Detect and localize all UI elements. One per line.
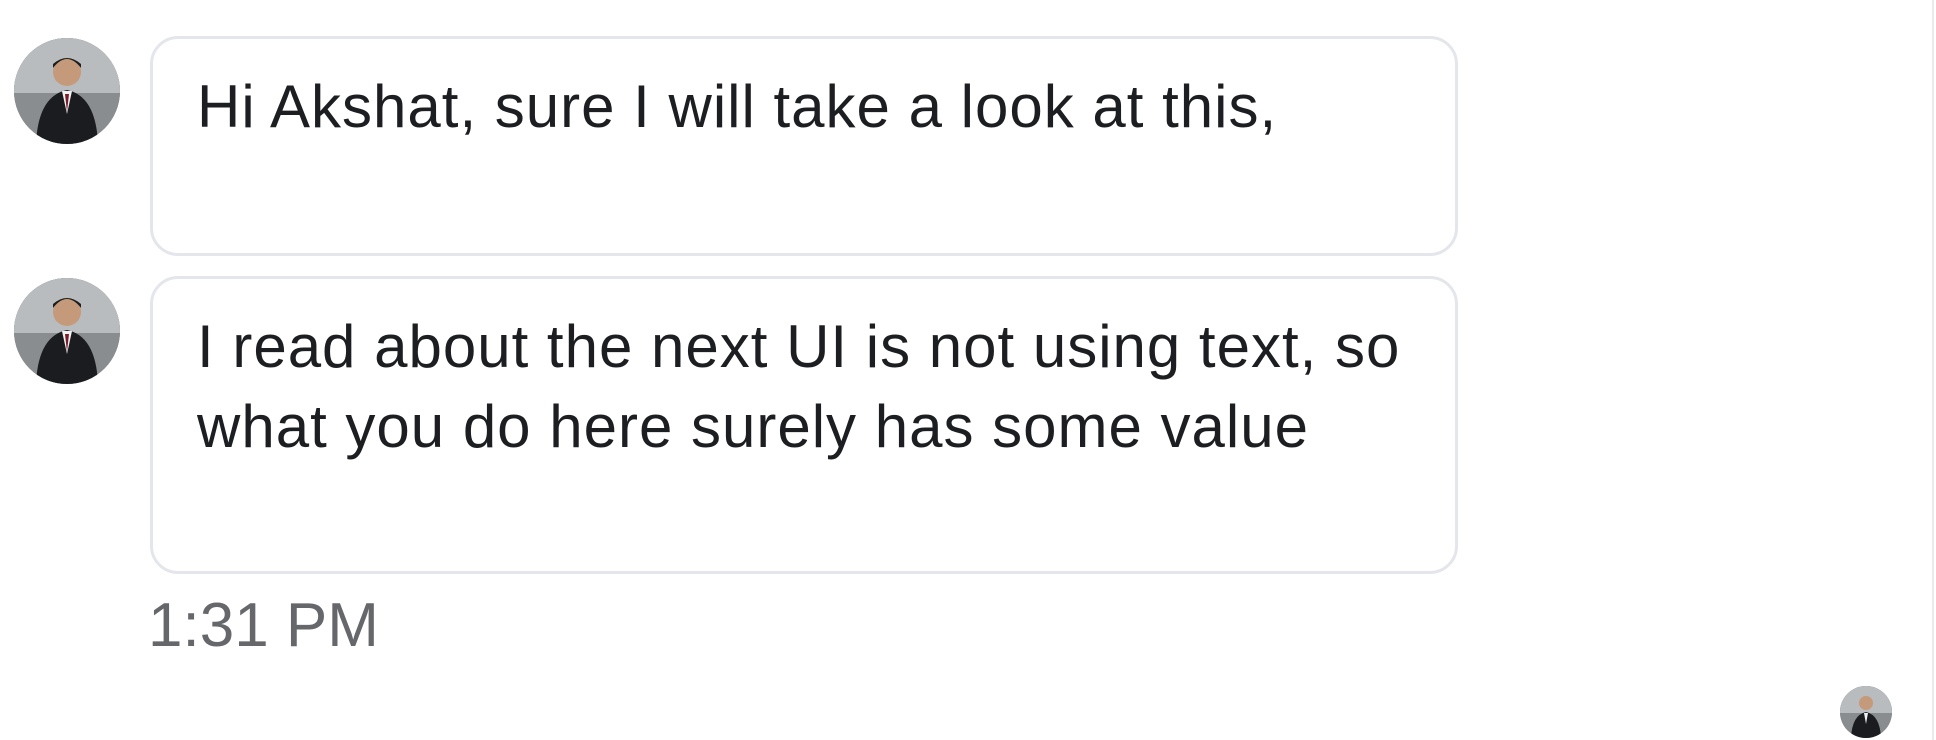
read-receipt-icon <box>1840 686 1892 738</box>
message-timestamp: 1:31 PM <box>148 591 379 660</box>
panel-divider <box>1932 0 1934 740</box>
sender-avatar-icon[interactable] <box>14 38 120 144</box>
message-text: Hi Akshat, sure I will take a look at th… <box>197 73 1278 140</box>
sender-avatar-icon[interactable] <box>14 278 120 384</box>
chat-conversation: Hi Akshat, sure I will take a look at th… <box>0 0 1934 740</box>
message-bubble[interactable]: I read about the next UI is not using te… <box>150 276 1458 574</box>
message-text: I read about the next UI is not using te… <box>197 313 1401 460</box>
message-bubble[interactable]: Hi Akshat, sure I will take a look at th… <box>150 36 1458 256</box>
